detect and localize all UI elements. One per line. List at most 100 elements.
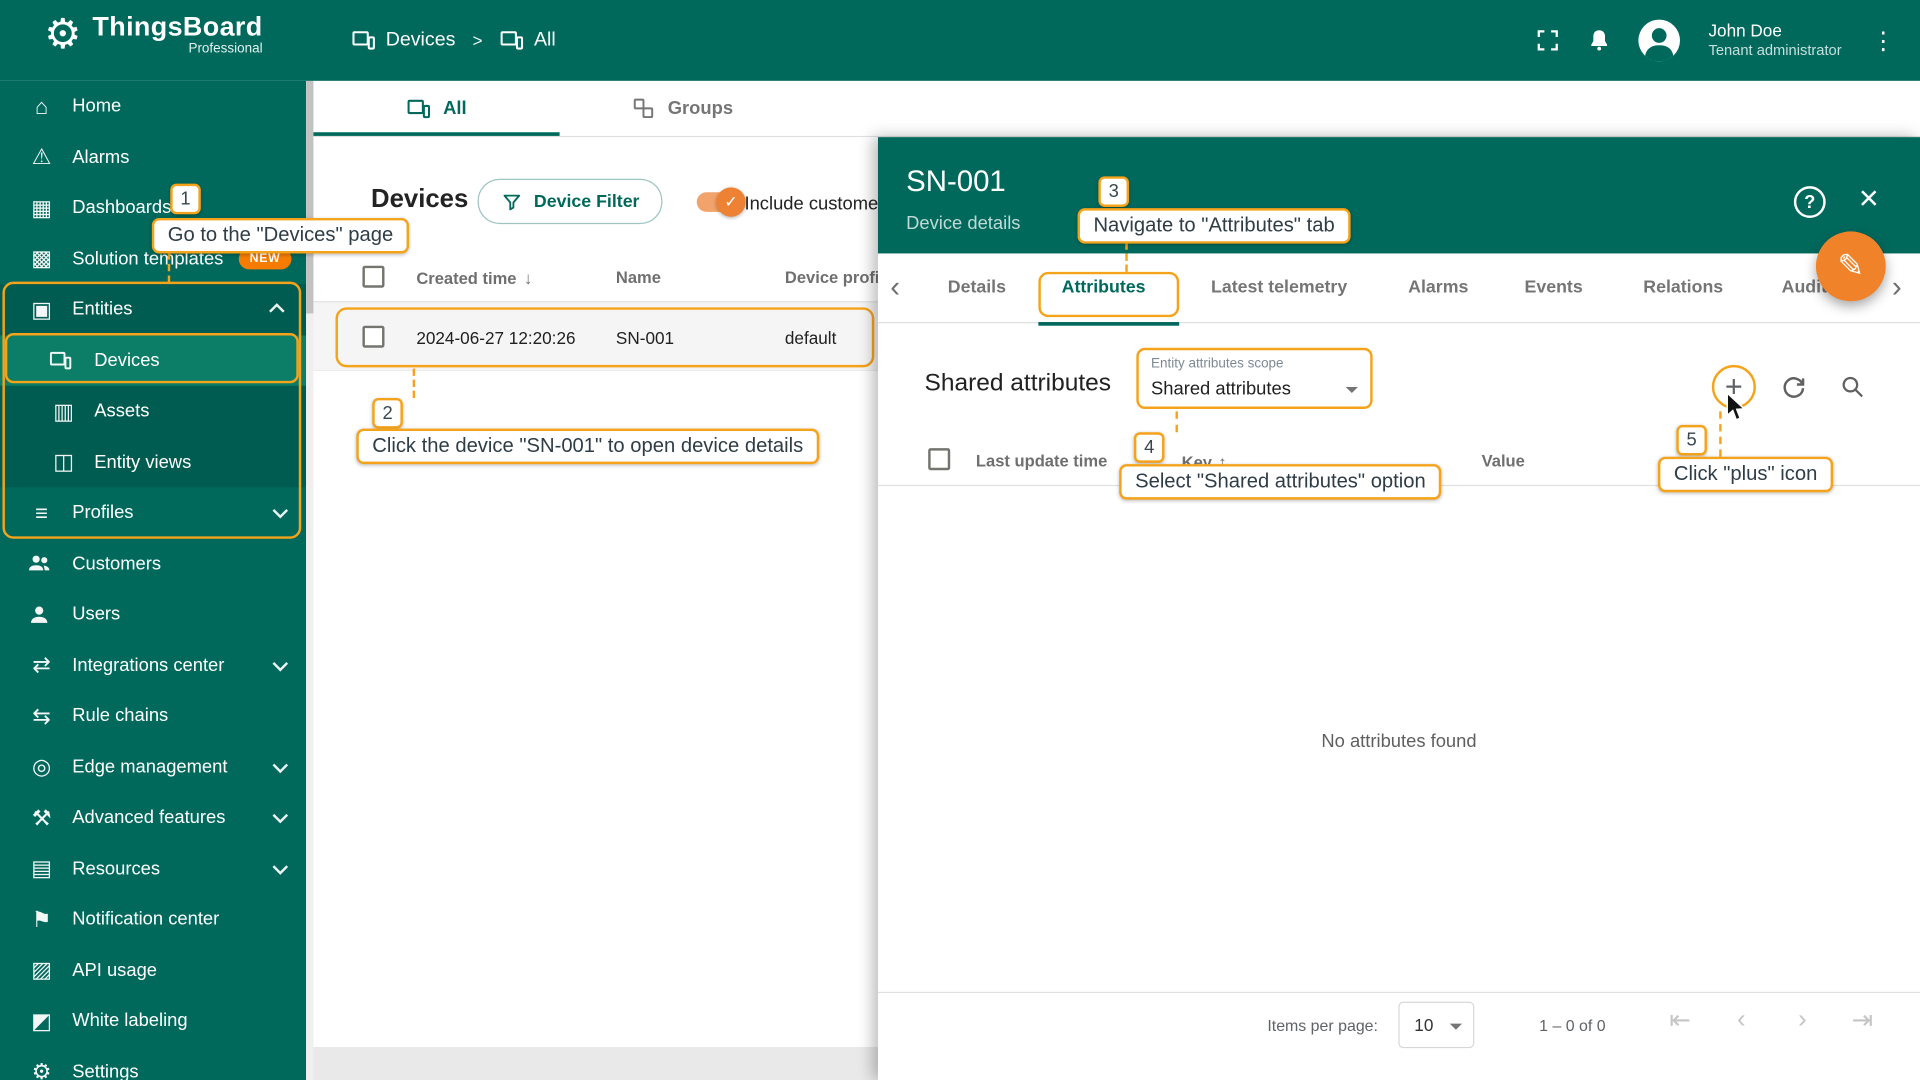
user-role: Tenant administrator — [1708, 41, 1842, 60]
notifications-button[interactable] — [1586, 27, 1613, 54]
callout-1-connector — [167, 252, 171, 283]
sidebar-scrollbar-thumb[interactable] — [306, 80, 314, 314]
sidebar-item-alarms[interactable]: ⚠ Alarms — [0, 132, 306, 183]
column-header-last-update-time[interactable]: Last update time — [976, 452, 1107, 470]
account-circle-icon — [1638, 19, 1681, 62]
last-page-button[interactable]: ⇥ — [1847, 1005, 1879, 1036]
mouse-cursor-icon — [1724, 393, 1747, 422]
row-checkbox[interactable] — [362, 325, 385, 348]
tabs-scroll-left-button[interactable]: ‹ — [890, 253, 900, 322]
empty-state-text: No attributes found — [1321, 731, 1477, 752]
callout-5-text: Click "plus" icon — [1657, 456, 1834, 493]
sidebar-item-customers[interactable]: Customers — [0, 538, 306, 589]
integrations-icon: ⇄ — [32, 652, 51, 678]
tab-relations[interactable]: Relations — [1643, 253, 1723, 322]
breadcrumb-all[interactable]: All — [500, 28, 556, 52]
chevron-down-icon — [1345, 386, 1358, 394]
app-name: ThingsBoard — [92, 11, 263, 42]
column-label: Last update time — [975, 451, 1108, 471]
device-filter-button[interactable]: Device Filter — [477, 178, 663, 225]
help-button[interactable]: ? — [1793, 186, 1826, 218]
app-header: ⚙ ThingsBoard Professional Devices > All — [0, 0, 1920, 81]
items-per-page-select[interactable]: 10 — [1398, 1001, 1475, 1049]
tab-alarms[interactable]: Alarms — [1408, 253, 1468, 322]
tab-all[interactable]: All — [313, 81, 560, 136]
column-label: Value — [1481, 451, 1525, 471]
sidebar-group-entities: ▣ Entities Devices ▥ Assets ◫ Entity vie… — [0, 284, 307, 488]
groups-icon — [634, 98, 654, 119]
thingsboard-app: ⚙ ThingsBoard Professional Devices > All — [0, 0, 1920, 1080]
sort-desc-icon: ↓ — [523, 268, 533, 288]
sidebar-item-entities[interactable]: ▣ Entities — [0, 284, 306, 335]
bell-icon — [1591, 30, 1608, 51]
first-page-button[interactable]: ⇤ — [1664, 1005, 1696, 1036]
sidebar-item-label: Users — [72, 603, 121, 625]
search-button[interactable] — [1839, 373, 1866, 400]
breadcrumb-devices[interactable]: Devices — [351, 28, 455, 52]
edit-fab-button[interactable]: ✎ — [1815, 231, 1886, 302]
breadcrumb: Devices > All — [351, 0, 556, 81]
sidebar-item-devices[interactable]: Devices — [0, 334, 307, 386]
tab-details[interactable]: Details — [948, 253, 1006, 322]
api-usage-icon: ▨ — [31, 957, 53, 983]
sidebar-item-api-usage[interactable]: ▨ API usage — [0, 945, 306, 996]
tab-latest-telemetry[interactable]: Latest telemetry — [1211, 253, 1347, 322]
callout-4-text: Select "Shared attributes" option — [1119, 464, 1442, 500]
more-menu-button[interactable]: ⋮ — [1866, 25, 1900, 56]
sidebar-item-assets[interactable]: ▥ Assets — [0, 386, 306, 437]
sidebar-item-home[interactable]: ⌂ Home — [0, 81, 306, 132]
select-all-checkbox[interactable] — [362, 265, 385, 288]
rule-chains-icon: ⇆ — [32, 703, 51, 729]
tab-label: Groups — [667, 97, 734, 119]
sidebar-item-users[interactable]: Users — [0, 589, 306, 640]
column-header-created-time[interactable]: Created time ↓ — [416, 268, 532, 288]
sidebar-item-white-labeling[interactable]: ◩ White labeling — [0, 996, 306, 1047]
fullscreen-button[interactable] — [1535, 27, 1562, 54]
avatar[interactable] — [1637, 18, 1681, 62]
customers-icon — [27, 551, 56, 575]
sidebar-item-label: Integrations center — [72, 654, 225, 676]
attributes-select-all-checkbox[interactable] — [928, 448, 951, 471]
sidebar-item-profiles[interactable]: ≡ Profiles — [0, 487, 306, 538]
sidebar-item-entity-views[interactable]: ◫ Entity views — [0, 437, 306, 488]
chevron-down-icon — [272, 858, 289, 875]
tab-groups[interactable]: Groups — [560, 81, 806, 136]
callout-4-connector — [1175, 411, 1178, 433]
tabs-scroll-right-button[interactable]: › — [1892, 253, 1902, 322]
sidebar-item-integrations-center[interactable]: ⇄ Integrations center — [0, 640, 306, 691]
include-customer-toggle[interactable]: ✓ — [696, 187, 746, 217]
column-header-value[interactable]: Value — [1482, 452, 1525, 470]
sidebar-item-label: Notification center — [72, 908, 220, 930]
sidebar-item-resources[interactable]: ▤ Resources — [0, 843, 306, 894]
tab-attributes[interactable]: Attributes — [1062, 253, 1146, 322]
sidebar-item-settings[interactable]: ⚙ Settings — [0, 1046, 306, 1080]
chevron-right-icon: › — [1798, 1005, 1807, 1034]
tab-label: Alarms — [1408, 277, 1469, 298]
sidebar-item-advanced-features[interactable]: ⚒ Advanced features — [0, 792, 306, 843]
column-header-name[interactable]: Name — [616, 268, 661, 286]
app-logo[interactable]: ⚙ ThingsBoard Professional — [44, 11, 263, 56]
next-page-button[interactable]: › — [1787, 1005, 1819, 1034]
close-button[interactable]: × — [1859, 181, 1879, 215]
callout-1-text: Go to the "Devices" page — [151, 217, 410, 254]
sidebar-item-label: Assets — [94, 400, 150, 422]
sidebar-item-label: White labeling — [72, 1010, 188, 1032]
refresh-button[interactable] — [1779, 372, 1808, 401]
devices-icon — [500, 31, 524, 50]
chevron-down-icon — [1449, 1023, 1463, 1030]
cell-device-profile: default — [784, 328, 837, 348]
user-name: John Doe — [1708, 20, 1782, 41]
tab-events[interactable]: Events — [1524, 253, 1582, 322]
callout-5-connector — [1719, 411, 1722, 457]
attributes-scope-select[interactable]: Entity attributes scope Shared attribute… — [1136, 347, 1373, 409]
settings-icon: ⚙ — [31, 1059, 52, 1080]
scope-select-value: Shared attributes — [1151, 378, 1291, 400]
logo-gear-icon: ⚙ — [44, 10, 82, 57]
sidebar-item-edge-management[interactable]: ◎ Edge management — [0, 741, 306, 792]
previous-page-button[interactable]: ‹ — [1725, 1005, 1757, 1034]
sidebar-item-rule-chains[interactable]: ⇆ Rule chains — [0, 691, 306, 742]
sidebar-item-notification-center[interactable]: ⚑ Notification center — [0, 894, 306, 945]
panel-header: SN-001 Device details ? × — [877, 137, 1920, 254]
callout-3-number: 3 — [1098, 176, 1129, 207]
scope-select-label: Entity attributes scope — [1151, 356, 1284, 372]
